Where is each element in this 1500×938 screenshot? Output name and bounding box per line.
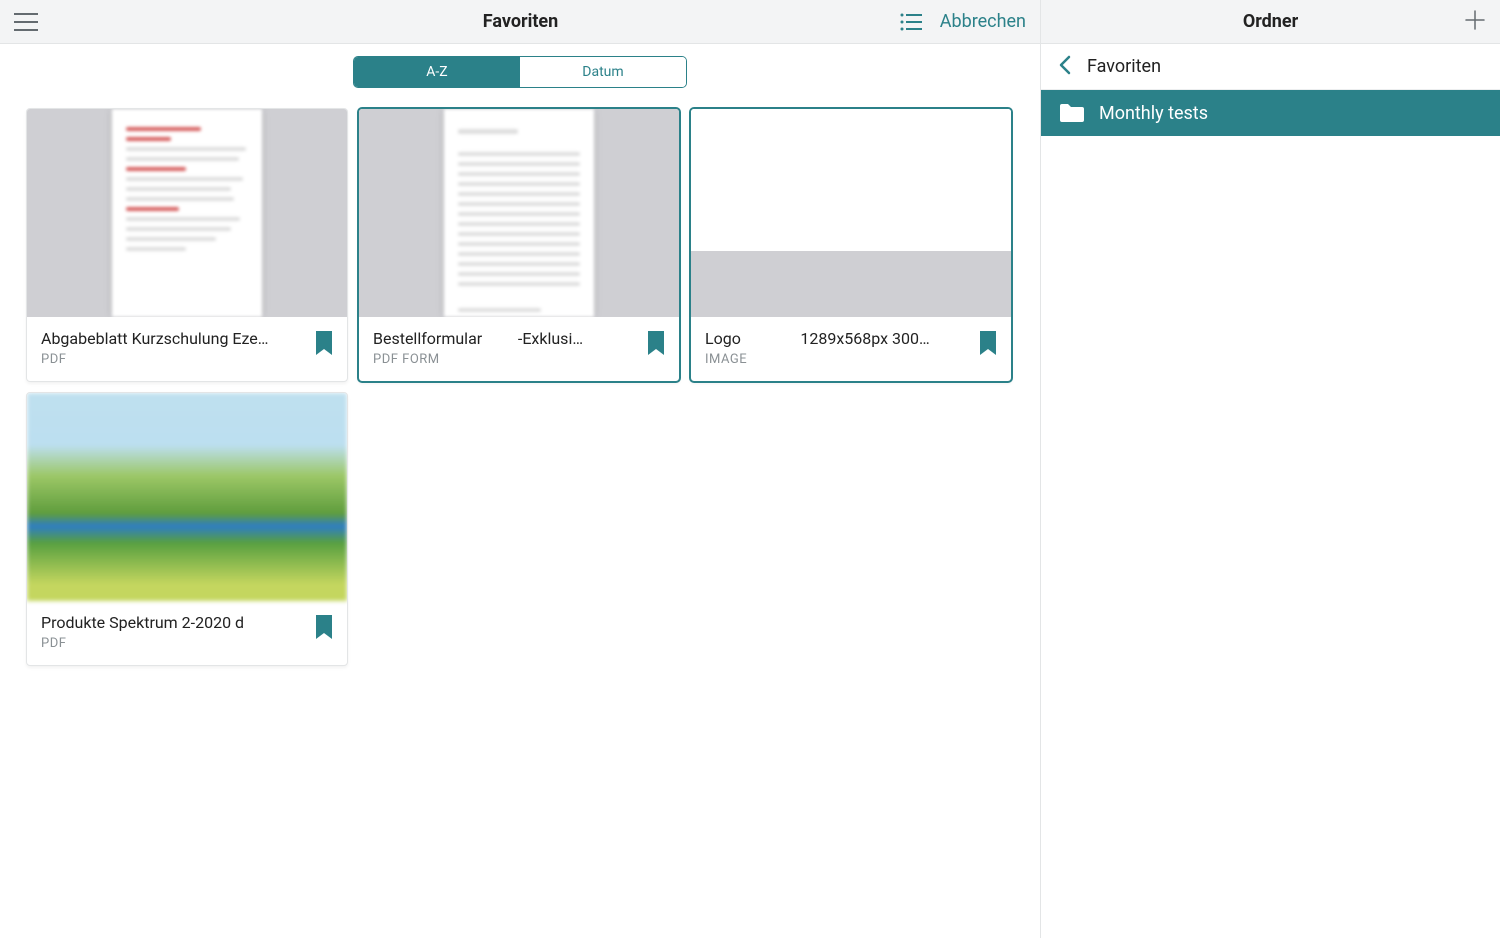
folder-header: Ordner xyxy=(1041,0,1500,44)
sort-option-az[interactable]: A-Z xyxy=(354,57,520,87)
bookmark-icon[interactable] xyxy=(315,615,333,639)
file-card-footer: Logo 1289x568px 300… IMAGE xyxy=(691,317,1011,381)
bookmark-icon[interactable] xyxy=(315,331,333,355)
folder-label: Monthly tests xyxy=(1099,103,1208,124)
bookmark-icon[interactable] xyxy=(979,331,997,355)
file-type: PDF xyxy=(41,352,333,367)
file-title: Produkte Spektrum 2-2020 d xyxy=(41,613,333,632)
sort-segmented-control: A-Z Datum xyxy=(353,56,687,88)
file-card[interactable]: Abgabeblatt Kurzschulung Eze… PDF xyxy=(26,108,348,382)
file-thumbnail xyxy=(27,109,347,317)
file-type: PDF xyxy=(41,636,333,651)
folder-pane-title: Ordner xyxy=(1041,11,1500,32)
file-title: Logo 1289x568px 300… xyxy=(705,329,997,348)
file-thumbnail xyxy=(691,109,1011,317)
folder-row[interactable]: Monthly tests xyxy=(1041,90,1500,136)
file-card[interactable]: Logo 1289x568px 300… IMAGE xyxy=(690,108,1012,382)
list-view-button[interactable] xyxy=(900,13,922,31)
add-folder-button[interactable] xyxy=(1464,9,1486,35)
folder-icon xyxy=(1059,103,1085,123)
main-pane: Favoriten Abbrechen A-Z Datum xyxy=(0,0,1041,938)
file-card-footer: Bestellformular -Exklusi… PDF FORM xyxy=(359,317,679,381)
file-title: Bestellformular -Exklusi… xyxy=(373,329,665,348)
file-card[interactable]: Produkte Spektrum 2-2020 d PDF xyxy=(26,392,348,666)
file-card[interactable]: Bestellformular -Exklusi… PDF FORM xyxy=(358,108,680,382)
bookmark-icon[interactable] xyxy=(647,331,665,355)
main-header: Favoriten Abbrechen xyxy=(0,0,1040,44)
segmented-control-wrap: A-Z Datum xyxy=(0,44,1040,108)
file-card-footer: Abgabeblatt Kurzschulung Eze… PDF xyxy=(27,317,347,381)
folder-pane: Ordner Favoriten Monthly tests xyxy=(1041,0,1500,938)
page-title: Favoriten xyxy=(0,11,1041,32)
chevron-left-icon xyxy=(1059,55,1071,79)
file-thumbnail xyxy=(27,393,347,601)
file-type: PDF FORM xyxy=(373,352,665,367)
file-card-footer: Produkte Spektrum 2-2020 d PDF xyxy=(27,601,347,665)
sort-option-date[interactable]: Datum xyxy=(520,57,686,87)
file-type: IMAGE xyxy=(705,352,997,367)
breadcrumb[interactable]: Favoriten xyxy=(1041,44,1500,90)
menu-button[interactable] xyxy=(14,13,38,31)
file-thumbnail xyxy=(359,109,679,317)
breadcrumb-label: Favoriten xyxy=(1087,56,1161,77)
file-title: Abgabeblatt Kurzschulung Eze… xyxy=(41,329,333,348)
card-grid: Abgabeblatt Kurzschulung Eze… PDF xyxy=(0,108,1040,666)
cancel-button[interactable]: Abbrechen xyxy=(940,11,1026,32)
